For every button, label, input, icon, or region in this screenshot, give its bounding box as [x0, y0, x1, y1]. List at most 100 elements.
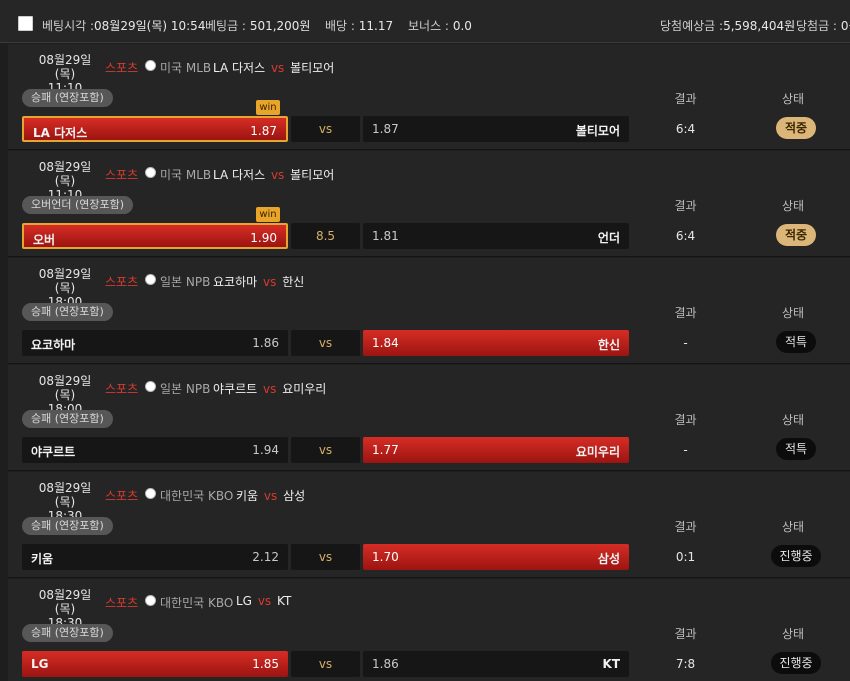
win-badge: win	[256, 100, 280, 115]
away-name: KT	[602, 657, 620, 671]
league-name: 대한민국 KBO	[160, 489, 234, 503]
baseball-icon	[145, 488, 156, 499]
result-score: 6:4	[675, 122, 696, 136]
middle-cell: vs	[291, 437, 360, 463]
status-badge: 적중	[776, 117, 816, 139]
home-pick[interactable]: 키움 2.12	[22, 544, 288, 570]
home-odds: 1.90	[250, 231, 277, 245]
bonus: 보너스 : 0.0	[408, 19, 472, 33]
status-label: 상태	[781, 92, 805, 106]
home-name: 요코하마	[31, 338, 76, 352]
middle-cell: vs	[291, 330, 360, 356]
status-badge: 적특	[776, 438, 816, 460]
status-badge: 적특	[776, 331, 816, 353]
result-label: 결과	[674, 306, 697, 320]
market-type-badge: 승패 (연장포함)	[22, 303, 113, 321]
result-score: -	[683, 336, 688, 350]
expected-payout: 당첨예상금 :5,598,404원	[660, 19, 796, 33]
middle-value: vs	[318, 122, 333, 136]
home-pick[interactable]: 요코하마 1.86	[22, 330, 288, 356]
baseball-icon	[145, 595, 156, 606]
league-name: 미국 MLB	[160, 168, 212, 182]
away-pick[interactable]: 1.70 삼성	[363, 544, 629, 570]
home-pick[interactable]: LG 1.85	[22, 651, 288, 677]
home-pick[interactable]: LA 다저스 1.87	[22, 116, 288, 142]
market-type-badge: 승패 (연장포함)	[22, 410, 113, 428]
bet-time: 베팅시각 :08월29일(목) 10:54	[42, 19, 206, 33]
match-title: LA 다저스 vs 볼티모어	[213, 61, 335, 75]
league-name: 미국 MLB	[160, 61, 212, 75]
league-name: 일본 NPB	[160, 275, 211, 289]
bet-slip-header: 베팅시각 :08월29일(목) 10:54 베팅금 : 501,200원 배당 …	[0, 0, 850, 43]
middle-value: 8.5	[315, 229, 336, 243]
baseball-icon	[145, 60, 156, 71]
home-odds: 1.87	[250, 124, 277, 138]
middle-cell: vs	[291, 651, 360, 677]
bet-row: 08월29일(목) 11:10 스포츠 미국 MLB LA 다저스 vs 볼티모어…	[8, 151, 850, 257]
sport-label: 스포츠	[105, 168, 139, 182]
status-badge: 진행중	[771, 652, 821, 674]
bet-row: 08월29일(목) 11:10 스포츠 미국 MLB LA 다저스 vs 볼티모어…	[8, 44, 850, 150]
away-odds: 1.86	[372, 657, 399, 671]
away-pick[interactable]: 1.87 볼티모어	[363, 116, 629, 142]
status-label: 상태	[781, 413, 805, 427]
middle-value: vs	[318, 550, 333, 564]
middle-cell: vs	[291, 116, 360, 142]
away-pick[interactable]: 1.77 요미우리	[363, 437, 629, 463]
away-odds: 1.84	[372, 336, 399, 350]
away-odds: 1.70	[372, 550, 399, 564]
result-score: 6:4	[675, 229, 696, 243]
result-label: 결과	[674, 520, 697, 534]
market-type-badge: 승패 (연장포함)	[22, 517, 113, 535]
select-checkbox[interactable]	[18, 16, 33, 31]
match-title: 야쿠르트 vs 요미우리	[213, 382, 327, 396]
market-type-badge: 승패 (연장포함)	[22, 624, 113, 642]
home-name: 야쿠르트	[31, 445, 76, 459]
away-odds: 1.77	[372, 443, 399, 457]
odds: 배당 : 11.17	[325, 19, 394, 33]
result-label: 결과	[674, 413, 697, 427]
sport-label: 스포츠	[105, 275, 139, 289]
league-name: 대한민국 KBO	[160, 596, 234, 610]
result-score: 7:8	[675, 657, 696, 671]
status-badge: 적중	[776, 224, 816, 246]
bet-amount: 베팅금 : 501,200원	[205, 19, 311, 33]
home-name: 키움	[31, 552, 54, 566]
status-label: 상태	[781, 520, 805, 534]
status-label: 상태	[781, 199, 805, 213]
away-odds: 1.81	[372, 229, 399, 243]
middle-cell: 8.5	[291, 223, 360, 249]
payout: 당첨금 : 0원	[796, 19, 850, 33]
market-type-badge: 오버언더 (연장포함)	[22, 196, 134, 214]
sport-label: 스포츠	[105, 61, 139, 75]
market-type-badge: 승패 (연장포함)	[22, 89, 113, 107]
home-name: LA 다저스	[33, 126, 88, 140]
baseball-icon	[145, 167, 156, 178]
baseball-icon	[145, 274, 156, 285]
middle-value: vs	[318, 443, 333, 457]
away-name: 요미우리	[575, 445, 620, 459]
home-name: 오버	[33, 233, 56, 247]
away-pick[interactable]: 1.86 KT	[363, 651, 629, 677]
status-badge: 진행중	[771, 545, 821, 567]
bet-row: 08월29일(목) 18:00 스포츠 일본 NPB 야쿠르트 vs 요미우리 승…	[8, 365, 850, 471]
match-title: 키움 vs 삼성	[236, 489, 306, 503]
middle-cell: vs	[291, 544, 360, 570]
bet-row: 08월29일(목) 18:00 스포츠 일본 NPB 요코하마 vs 한신 승패 …	[8, 258, 850, 364]
home-pick[interactable]: 오버 1.90	[22, 223, 288, 249]
match-title: LG vs KT	[236, 594, 292, 608]
result-label: 결과	[674, 199, 697, 213]
away-pick[interactable]: 1.84 한신	[363, 330, 629, 356]
home-name: LG	[31, 657, 49, 671]
result-label: 결과	[674, 627, 697, 641]
away-pick[interactable]: 1.81 언더	[363, 223, 629, 249]
match-title: 요코하마 vs 한신	[213, 275, 305, 289]
result-score: -	[683, 443, 688, 457]
home-odds: 2.12	[252, 550, 279, 564]
league-name: 일본 NPB	[160, 382, 211, 396]
sport-label: 스포츠	[105, 596, 139, 610]
home-pick[interactable]: 야쿠르트 1.94	[22, 437, 288, 463]
sport-label: 스포츠	[105, 382, 139, 396]
away-name: 삼성	[597, 552, 620, 566]
away-name: 한신	[597, 338, 620, 352]
